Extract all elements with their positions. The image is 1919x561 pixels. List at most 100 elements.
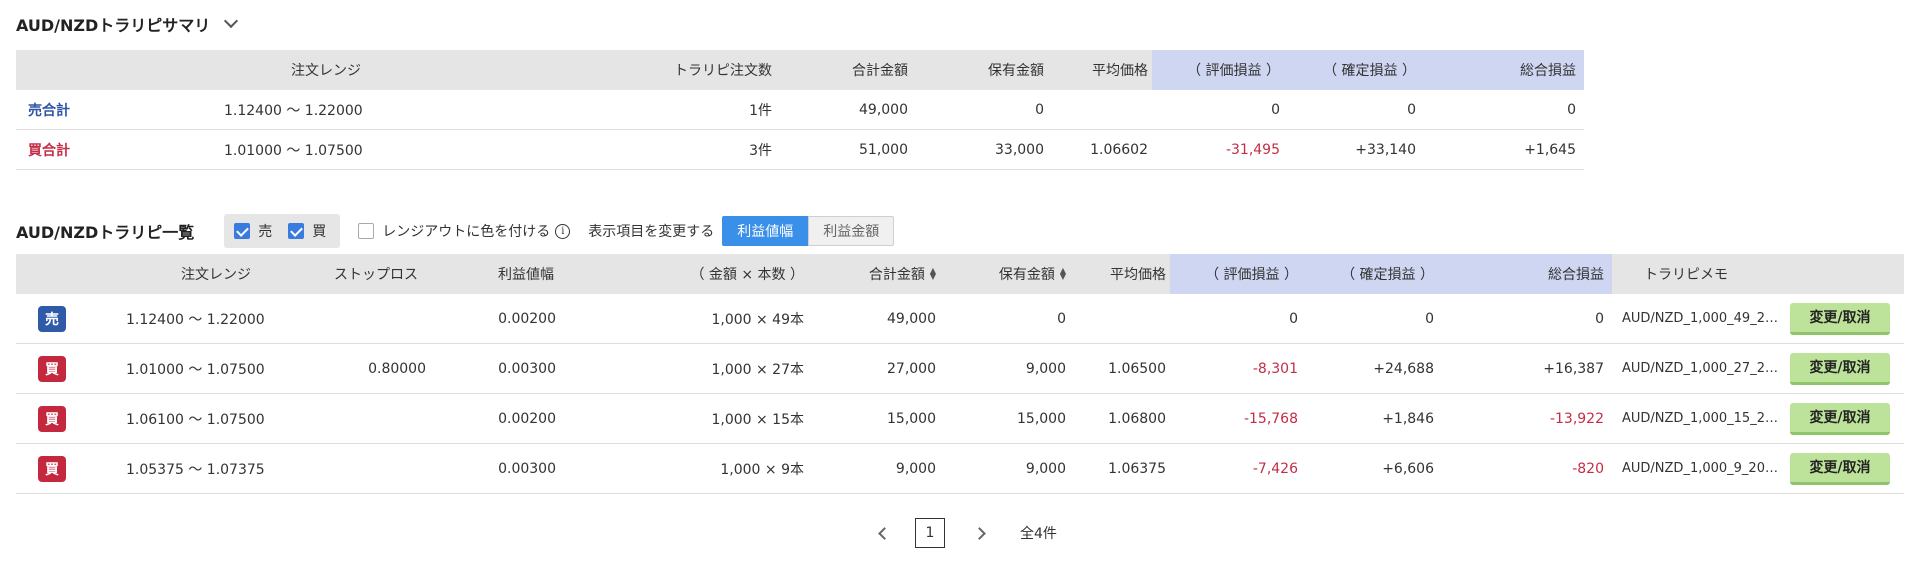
toggle-profit-width[interactable]: 利益値幅 bbox=[722, 216, 809, 246]
summary-row-buy: 買合計 1.01000 〜 1.07500 3件 51,000 33,000 1… bbox=[16, 130, 1584, 170]
row-unrealized: 0 bbox=[1289, 310, 1298, 327]
filter-sell-checkbox[interactable]: 売 bbox=[234, 221, 272, 241]
summary-title[interactable]: AUD/NZDトラリピサマリ bbox=[16, 12, 239, 36]
toggle-profit-amount[interactable]: 利益金額 bbox=[808, 216, 895, 246]
summary-buy-label: 買合計 bbox=[28, 142, 70, 159]
modify-cancel-button[interactable]: 変更/取消 bbox=[1790, 402, 1890, 435]
row-unrealized: -15,768 bbox=[1243, 410, 1298, 427]
modify-cancel-button[interactable]: 変更/取消 bbox=[1790, 352, 1890, 385]
list-header-holding-text: 保有金額 bbox=[998, 267, 1055, 283]
sell-badge: 売 bbox=[38, 305, 66, 332]
summary-buy-unrealized: -31,495 bbox=[1225, 141, 1280, 158]
row-unrealized: -8,301 bbox=[1252, 360, 1298, 377]
summary-header-orders: トラリピ注文数 bbox=[674, 63, 772, 79]
summary-sell-avg bbox=[1048, 90, 1148, 129]
list-toolbar: AUD/NZDトラリピ一覧 売 買 レンジアウトに色を付ける i 表示項目を変更… bbox=[16, 214, 895, 248]
summary-sell-orders: 1件 bbox=[749, 102, 772, 119]
buy-badge: 買 bbox=[38, 355, 66, 382]
table-row: 買 1.05375 〜 1.07375 0.00300 1,000 × 9本 9… bbox=[16, 444, 1904, 494]
summary-sell-range: 1.12400 〜 1.22000 bbox=[224, 102, 363, 119]
row-width: 0.00300 bbox=[498, 360, 556, 377]
summary-title-text: AUD/NZDトラリピサマリ bbox=[16, 16, 211, 35]
row-amount: 1,000 × 15本 bbox=[711, 411, 804, 428]
modify-cancel-button[interactable]: 変更/取消 bbox=[1790, 302, 1890, 335]
list-header-net: 総合損益 bbox=[1442, 254, 1612, 294]
summary-header-holding: 保有金額 bbox=[988, 63, 1044, 79]
summary-table: 注文レンジ トラリピ注文数 合計金額 保有金額 平均価格 （ 評価損益 ） （ … bbox=[16, 50, 1584, 170]
row-net: -820 bbox=[1572, 460, 1604, 477]
buy-badge: 買 bbox=[38, 405, 66, 432]
list-table: 注文レンジ ストップロス 利益値幅 （ 金額 × 本数 ） 合計金額 ▲ ▼ 保有… bbox=[16, 254, 1904, 494]
row-total: 9,000 bbox=[895, 460, 936, 477]
list-title: AUD/NZDトラリピ一覧 bbox=[16, 223, 195, 242]
row-realized: +6,606 bbox=[1382, 460, 1434, 477]
chevron-right-icon[interactable] bbox=[973, 526, 986, 540]
row-width: 0.00300 bbox=[498, 460, 556, 477]
row-amount: 1,000 × 49本 bbox=[711, 311, 804, 328]
row-realized: 0 bbox=[1425, 310, 1434, 327]
row-avg bbox=[1066, 294, 1166, 343]
row-holding: 0 bbox=[1057, 310, 1066, 327]
row-range: 1.05375 〜 1.07375 bbox=[126, 461, 265, 478]
summary-sell-net: 0 bbox=[1567, 101, 1576, 118]
summary-header-net: 総合損益 bbox=[1424, 50, 1584, 90]
list-header-total[interactable]: 合計金額 ▲ ▼ bbox=[816, 254, 936, 294]
page-number[interactable]: 1 bbox=[915, 518, 945, 548]
row-holding: 15,000 bbox=[1017, 410, 1066, 427]
row-range: 1.12400 〜 1.22000 bbox=[126, 311, 265, 328]
color-range-out-label: レンジアウトに色を付ける bbox=[382, 224, 551, 240]
row-net: 0 bbox=[1595, 310, 1604, 327]
summary-sell-label: 売合計 bbox=[28, 102, 70, 119]
summary-sell-realized: 0 bbox=[1407, 101, 1416, 118]
summary-buy-orders: 3件 bbox=[749, 142, 772, 159]
summary-sell-holding: 0 bbox=[1035, 101, 1044, 118]
row-avg: 1.06500 bbox=[1108, 360, 1166, 377]
summary-buy-range: 1.01000 〜 1.07500 bbox=[224, 142, 363, 159]
list-header-unrealized: （ 評価損益 ） bbox=[1170, 254, 1306, 294]
row-memo: AUD/NZD_1,000_49_2… bbox=[1622, 311, 1778, 326]
row-unrealized: -7,426 bbox=[1252, 460, 1298, 477]
row-stop bbox=[316, 444, 426, 493]
list-header-stop: ストップロス bbox=[334, 267, 418, 283]
filter-buy-checkbox[interactable]: 買 bbox=[288, 221, 326, 241]
summary-row-sell: 売合計 1.12400 〜 1.22000 1件 49,000 0 0 0 0 bbox=[16, 90, 1584, 130]
sort-icon[interactable]: ▲ ▼ bbox=[930, 267, 936, 281]
list-header-holding[interactable]: 保有金額 ▲ ▼ bbox=[946, 254, 1066, 294]
summary-header-total: 合計金額 bbox=[852, 63, 908, 79]
table-row: 売 1.12400 〜 1.22000 0.00200 1,000 × 49本 … bbox=[16, 294, 1904, 344]
chevron-down-icon[interactable] bbox=[224, 13, 239, 29]
list-header-realized: （ 確定損益 ） bbox=[1306, 254, 1442, 294]
total-count: 全4件 bbox=[1020, 526, 1057, 542]
checkbox-unchecked-icon bbox=[358, 223, 375, 239]
display-toggle: 利益値幅 利益金額 bbox=[722, 216, 895, 246]
list-header-row: 注文レンジ ストップロス 利益値幅 （ 金額 × 本数 ） 合計金額 ▲ ▼ 保有… bbox=[16, 254, 1904, 294]
checkbox-checked-icon bbox=[234, 223, 251, 239]
row-total: 49,000 bbox=[887, 310, 936, 327]
row-total: 27,000 bbox=[887, 360, 936, 377]
row-width: 0.00200 bbox=[498, 310, 556, 327]
summary-buy-total: 51,000 bbox=[859, 141, 908, 158]
row-stop bbox=[316, 394, 426, 443]
pagination: 1 全4件 bbox=[878, 518, 1057, 548]
row-avg: 1.06375 bbox=[1108, 460, 1166, 477]
color-range-out-checkbox[interactable]: レンジアウトに色を付ける i bbox=[358, 221, 571, 241]
table-row: 買 1.06100 〜 1.07500 0.00200 1,000 × 15本 … bbox=[16, 394, 1904, 444]
summary-buy-net: +1,645 bbox=[1524, 141, 1576, 158]
row-range: 1.01000 〜 1.07500 bbox=[126, 361, 265, 378]
row-memo: AUD/NZD_1,000_9_20… bbox=[1622, 461, 1778, 476]
info-icon[interactable]: i bbox=[555, 223, 571, 239]
row-total: 15,000 bbox=[887, 410, 936, 427]
row-memo: AUD/NZD_1,000_27_2… bbox=[1622, 361, 1778, 376]
row-width: 0.00200 bbox=[498, 410, 556, 427]
row-realized: +24,688 bbox=[1373, 360, 1434, 377]
row-holding: 9,000 bbox=[1025, 360, 1066, 377]
summary-buy-realized: +33,140 bbox=[1355, 141, 1416, 158]
row-memo: AUD/NZD_1,000_15_2… bbox=[1622, 411, 1778, 426]
row-amount: 1,000 × 27本 bbox=[711, 361, 804, 378]
modify-cancel-button[interactable]: 変更/取消 bbox=[1790, 452, 1890, 485]
row-avg: 1.06800 bbox=[1108, 410, 1166, 427]
chevron-left-icon[interactable] bbox=[878, 526, 891, 540]
summary-header-range: 注文レンジ bbox=[291, 63, 361, 79]
summary-buy-avg: 1.06602 bbox=[1090, 141, 1148, 158]
row-realized: +1,846 bbox=[1382, 410, 1434, 427]
